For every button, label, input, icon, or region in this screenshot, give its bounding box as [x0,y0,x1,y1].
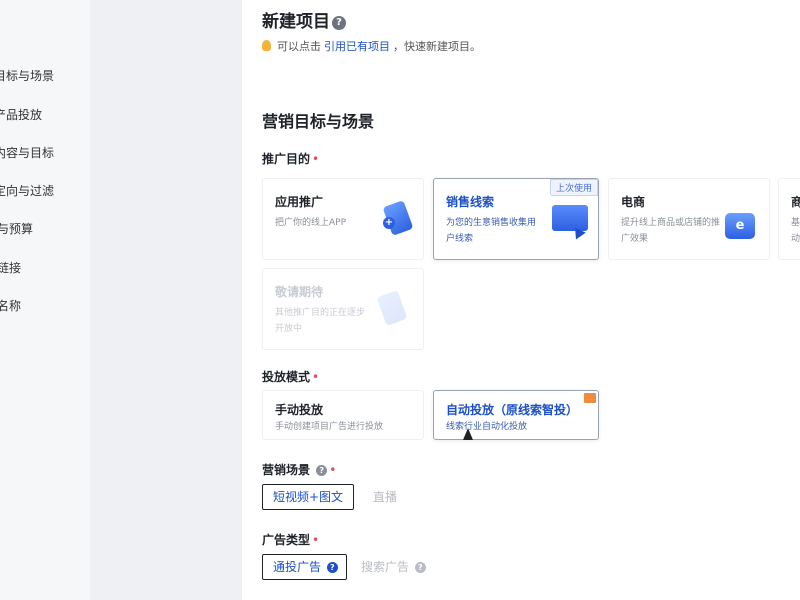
required-mark: • [329,463,337,477]
card-desc: 基动 [791,218,800,244]
page-title-text: 新建项目 [262,12,330,32]
purpose-card-app[interactable]: 应用推广 把广你的线上APP + [262,178,424,260]
sidebar-item-name[interactable]: 名称 [0,297,21,314]
card-title: 敬请期待 [275,285,324,299]
sidebar-item-product[interactable]: 产品投放 [0,106,42,123]
app-phone-icon: + [382,200,414,236]
lightbulb-icon [262,40,271,51]
mode-label-text: 投放模式 [262,370,311,384]
reference-project-link[interactable]: 引用已有项目 [324,40,390,53]
hint-suffix: ，快速新建项目。 [393,40,481,53]
sidebar-item-link[interactable]: 链接 [0,259,21,276]
page-title: 新建项目? [262,7,346,32]
mode-card-manual[interactable]: 手动投放 手动创建项目广告进行投放 [262,390,424,440]
scene-option-live[interactable]: 直播 [362,484,408,510]
section-title: 营销目标与场景 [262,112,375,131]
card-title: 手动投放 [275,403,324,417]
card-desc: 其他推广目的正在逐步开放中 [275,308,366,334]
card-title: 商 [791,193,800,210]
sidebar: 目标与场景 产品投放 内容与目标 定向与过滤 与预算 链接 名称 [0,0,90,600]
flag-icon [584,393,596,403]
sidebar-item-goal-scene[interactable]: 目标与场景 [0,67,54,84]
required-mark: • [312,152,320,166]
scene-option-short-video[interactable]: 短视频+图文 [262,484,355,510]
leads-screen-icon [552,205,588,240]
mode-card-auto[interactable]: 自动投放（原线索智投） 线索行业自动化投放 [433,390,599,440]
required-mark: • [312,533,320,547]
card-title: 销售线索 [446,195,495,209]
purpose-label: 推广目的 • [262,150,319,167]
sidebar-item-content[interactable]: 内容与目标 [0,144,54,161]
adtype-option-search[interactable]: 搜索广告 ? [350,554,437,580]
help-icon[interactable]: ? [326,562,338,573]
purpose-card-coming-soon: 敬请期待 其他推广目的正在逐步开放中 [262,268,424,350]
coming-soon-icon [376,290,408,326]
purpose-card-partial[interactable]: 商 基动 [778,178,800,260]
card-title: 电商 [621,195,646,209]
mode-label: 投放模式 • [262,368,319,385]
adtype-label: 广告类型 • [262,531,319,548]
help-icon[interactable]: ? [414,562,426,573]
help-icon[interactable]: ? [332,16,346,30]
adtype-option-general-label: 通投广告 [273,560,322,574]
purpose-card-leads[interactable]: 上次使用 销售线索 为您的生意销售收集用户线索 [433,178,599,260]
quick-create-hint: 可以点击 引用已有项目 ，快速新建项目。 [262,38,481,54]
scene-label: 营销场景 ? • [262,461,336,478]
help-icon[interactable]: ? [316,465,328,476]
card-desc: 为您的生意销售收集用户线索 [446,218,537,244]
purpose-label-text: 推广目的 [262,152,311,166]
sidebar-item-budget[interactable]: 与预算 [0,220,33,237]
card-title: 应用推广 [275,195,324,209]
adtype-label-text: 广告类型 [262,533,311,547]
purpose-card-ecommerce[interactable]: 电商 提升线上商品或店铺的推广效果 e [608,178,770,260]
card-title: 自动投放（原线索智投） [446,403,579,417]
card-desc: 手动创建项目广告进行投放 [275,422,384,432]
mouse-pointer-icon [463,428,473,440]
card-desc: 把广你的线上APP [275,218,347,228]
sidebar-item-targeting[interactable]: 定向与过滤 [0,182,54,199]
adtype-option-general[interactable]: 通投广告 ? [262,554,347,580]
adtype-option-search-label: 搜索广告 [361,560,410,574]
last-used-badge: 上次使用 [549,179,598,196]
main-panel: 新建项目? 可以点击 引用已有项目 ，快速新建项目。 营销目标与场景 推广目的 • 应… [242,0,800,600]
shopping-bag-icon: e [725,213,755,239]
hint-prefix: 可以点击 [277,40,321,53]
card-desc: 提升线上商品或店铺的推广效果 [621,218,721,244]
required-mark: • [312,370,320,384]
scene-label-text: 营销场景 [262,463,311,477]
